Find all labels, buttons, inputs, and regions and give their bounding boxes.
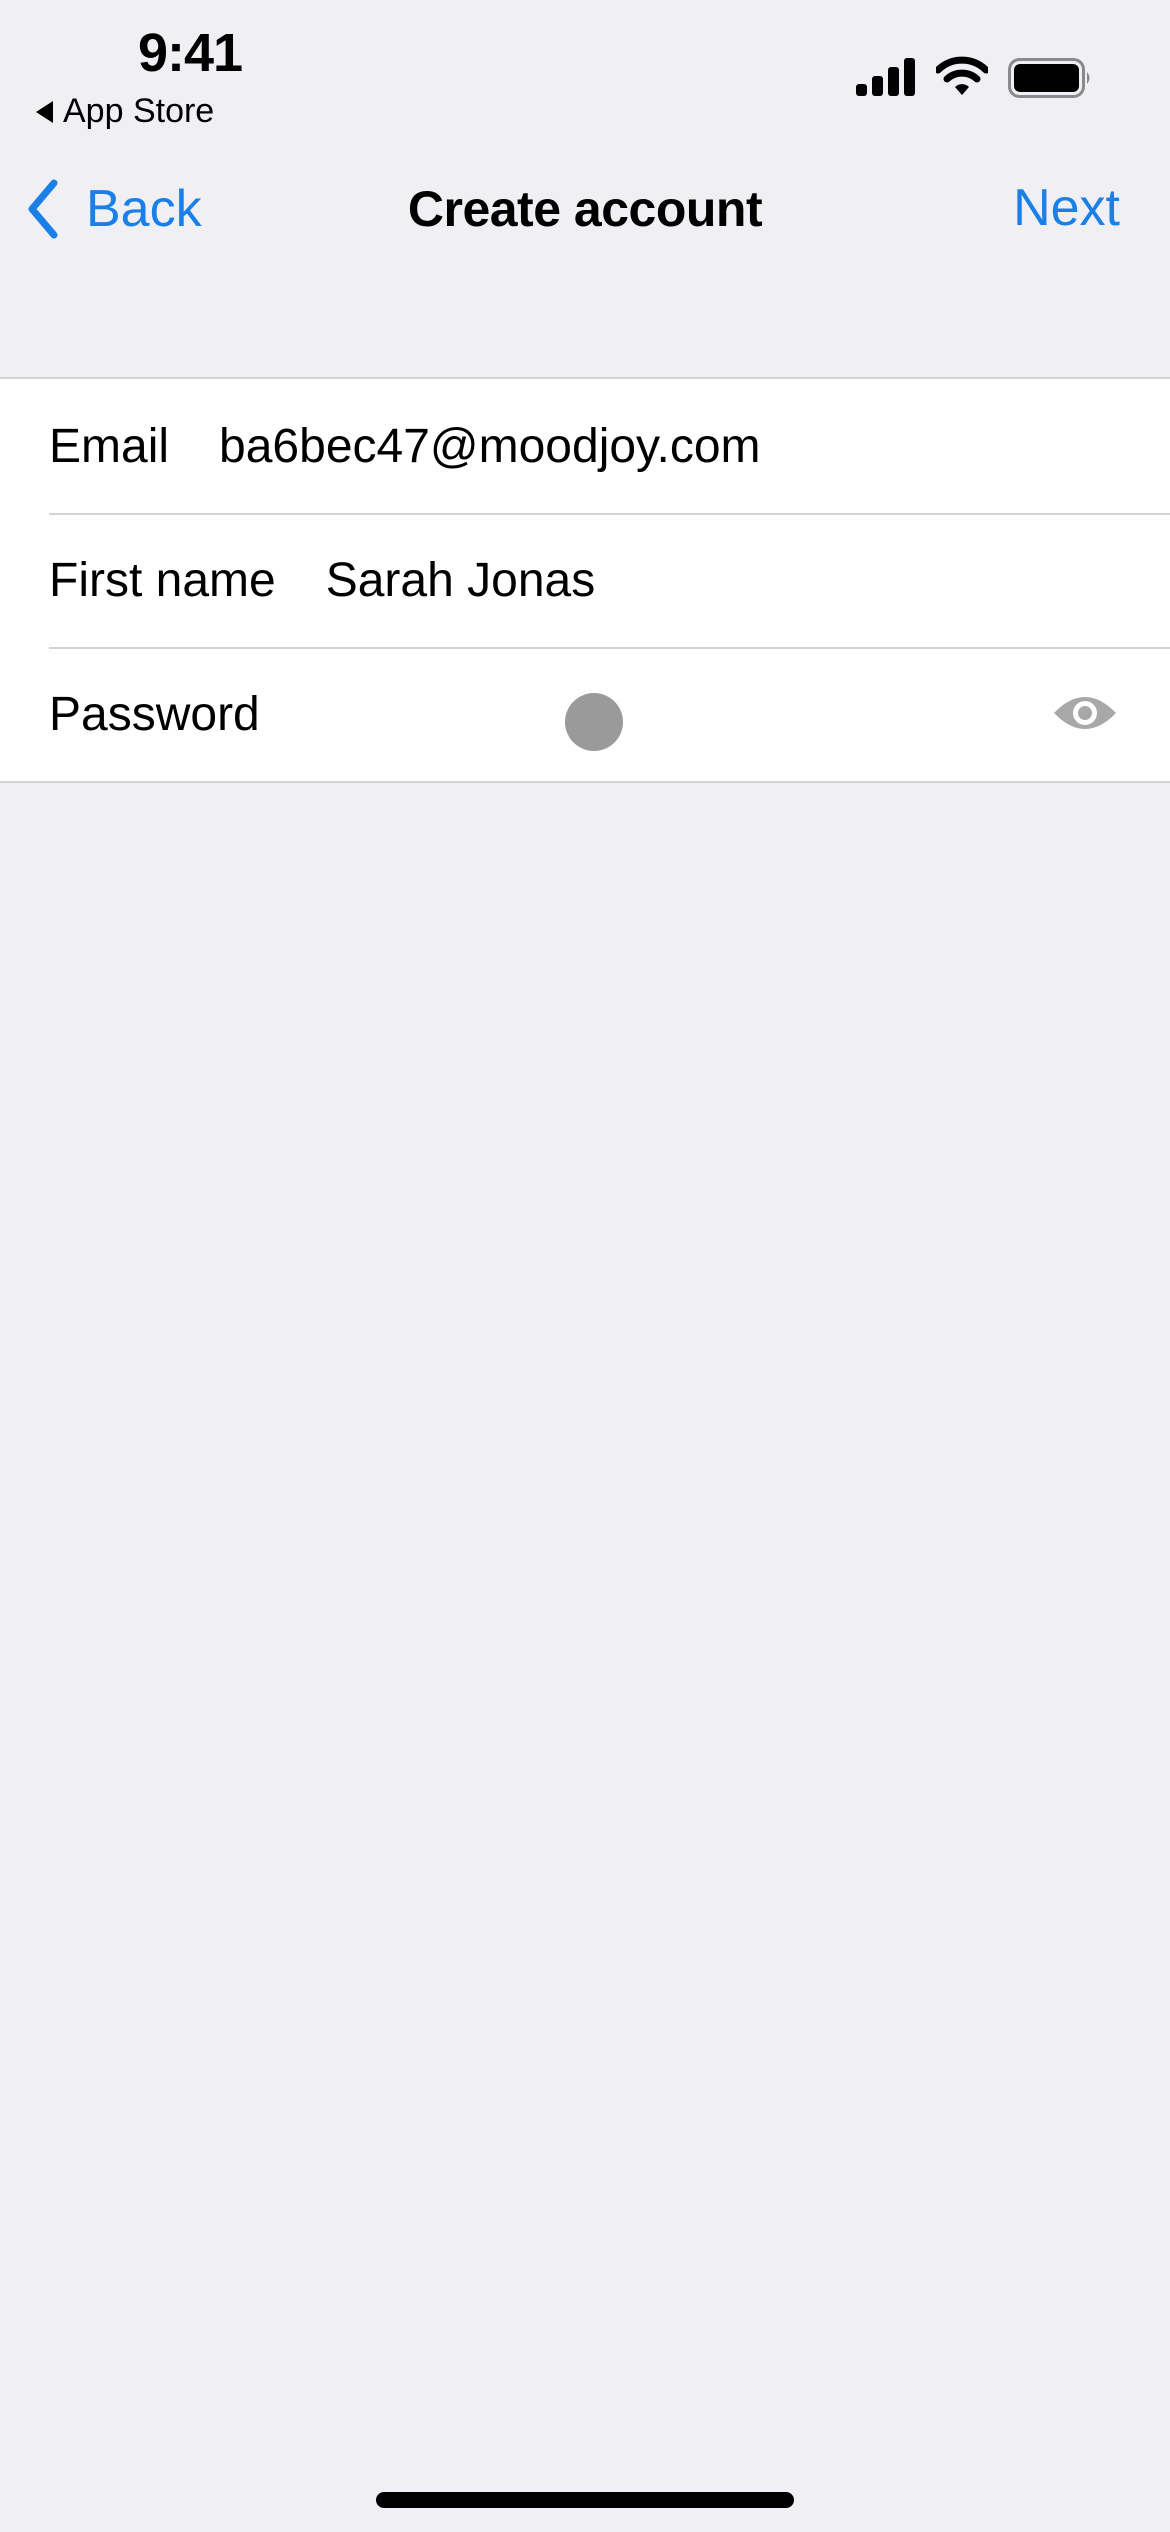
wifi-icon — [936, 56, 988, 95]
password-field[interactable] — [309, 686, 1170, 742]
touch-indicator — [565, 693, 623, 751]
email-field[interactable] — [219, 418, 1170, 474]
account-form: Email First name Password — [0, 377, 1170, 783]
password-row[interactable]: Password — [0, 647, 1170, 781]
back-to-app-store[interactable]: App Store — [36, 92, 214, 131]
next-button[interactable]: Next — [1013, 178, 1120, 238]
home-indicator[interactable] — [376, 2492, 794, 2508]
cellular-signal-icon — [856, 58, 915, 96]
status-bar: 9:41 App Store — [0, 0, 1170, 140]
back-triangle-icon — [36, 100, 53, 123]
battery-icon — [1008, 58, 1090, 98]
first-name-row[interactable]: First name — [0, 513, 1170, 647]
page-title: Create account — [407, 181, 763, 237]
navigation-bar: Back Create account Next — [0, 160, 1170, 256]
first-name-label: First name — [49, 553, 276, 607]
eye-icon[interactable] — [1052, 691, 1118, 735]
first-name-field[interactable] — [325, 552, 1170, 608]
email-row[interactable]: Email — [0, 379, 1170, 513]
password-label: Password — [49, 687, 260, 741]
back-to-app-label: App Store — [63, 92, 215, 130]
status-time: 9:41 — [138, 23, 243, 83]
email-label: Email — [49, 419, 170, 473]
